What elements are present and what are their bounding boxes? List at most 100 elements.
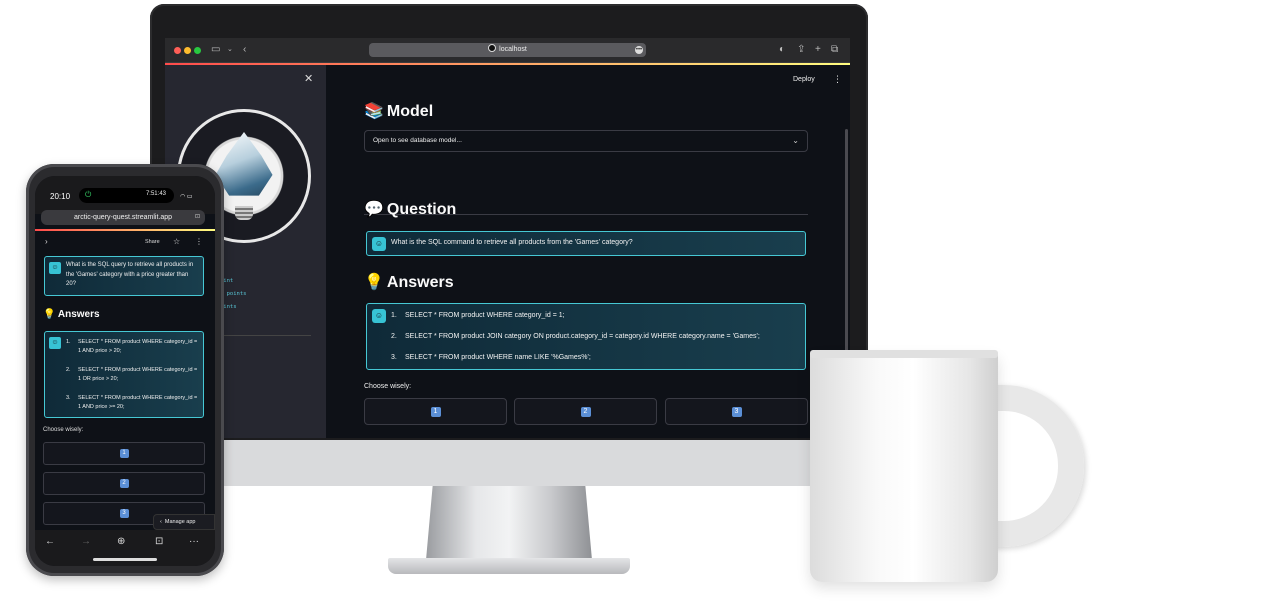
manage-app-label: Manage app: [164, 519, 196, 525]
choice-button-3[interactable]: 3: [665, 398, 808, 425]
forward-arrow-icon[interactable]: →: [81, 536, 91, 547]
extension-icon[interactable]: ◐: [779, 44, 785, 56]
sidebar-toggle-icon[interactable]: ▭: [211, 44, 220, 56]
browser-toolbar: ▭ ⌄ ‹ localhost ••• ◐ ⇪ + ⧉: [165, 38, 850, 63]
star-icon[interactable]: ☆: [173, 237, 180, 246]
more-icon[interactable]: ···: [189, 536, 199, 547]
choice-button-2[interactable]: 2: [514, 398, 657, 425]
share-icon[interactable]: ⇪: [797, 44, 805, 56]
question-card: ☺ What is the SQL command to retrieve al…: [366, 231, 806, 256]
dynamic-island: ⏻ 7:51:43: [79, 188, 174, 203]
choose-label: Choose wisely:: [364, 383, 412, 390]
wifi-battery-icon: ◠ ▭: [180, 194, 193, 200]
question-heading: 💬 Question: [364, 199, 456, 219]
bulb-base-image: [235, 206, 253, 220]
answer-item: 3. SELECT * FROM product WHERE name LIKE …: [391, 354, 591, 361]
main-menu-icon[interactable]: ⋮: [833, 74, 842, 85]
phone-status-bar: 20:10 ⏻ 7:51:43 ◠ ▭: [35, 176, 215, 214]
site-icon: [488, 44, 497, 52]
answers-title: Answers: [386, 274, 454, 291]
answers-heading: 💡 Answers: [43, 309, 100, 320]
zoom-window-button[interactable]: [194, 47, 201, 54]
question-text: What is the SQL query to retrieve all pr…: [66, 262, 194, 287]
chevron-down-icon: ⌄: [792, 136, 799, 145]
chevron-down-icon[interactable]: ⌄: [227, 44, 233, 56]
tabs-icon[interactable]: ⊡: [155, 536, 163, 547]
answer-item: 2. SELECT * FROM product WHERE category_i…: [66, 366, 198, 384]
answers-title: Answers: [57, 309, 100, 320]
answer-item: 1. SELECT * FROM product WHERE category_i…: [66, 338, 198, 356]
question-text: What is the SQL command to retrieve all …: [391, 239, 633, 246]
address-bar[interactable]: localhost •••: [369, 43, 646, 57]
mobile-browser-toolbar: ← → ⊕ ⊡ ···: [35, 530, 215, 566]
back-arrow-icon[interactable]: ←: [45, 536, 55, 547]
island-timer: 7:51:43: [145, 191, 166, 197]
reader-icon[interactable]: ⊡: [195, 210, 200, 225]
mobile-address-bar[interactable]: arctic-query-quest.streamlit.app ⊡: [41, 210, 205, 225]
new-tab-icon[interactable]: +: [815, 44, 821, 56]
answer-item: 2. SELECT * FROM product JOIN category ON…: [391, 333, 760, 340]
main-content: Deploy ⋮ 📚 Model Open to see database mod…: [326, 65, 850, 438]
lightbulb-icon: 💡: [43, 309, 56, 320]
answer-number: 3.: [391, 354, 397, 361]
share-button[interactable]: Share: [145, 239, 160, 245]
minimize-window-button[interactable]: [184, 47, 191, 54]
chevron-left-icon: ‹: [160, 519, 162, 525]
answer-number: 3.: [66, 395, 71, 401]
bot-avatar-icon: ☺: [372, 237, 386, 251]
desktop-screen: ▭ ⌄ ‹ localhost ••• ◐ ⇪ + ⧉ ✕ oint 2 poi…: [165, 38, 850, 438]
answer-text: SELECT * FROM product JOIN category ON p…: [405, 333, 760, 340]
sidebar-expand-icon[interactable]: ›: [45, 237, 48, 246]
model-title: Model: [386, 103, 434, 120]
close-window-button[interactable]: [174, 47, 181, 54]
choice-button-1[interactable]: 1: [43, 442, 205, 465]
choice-button-1[interactable]: 1: [364, 398, 507, 425]
model-heading: 📚 Model: [364, 101, 433, 121]
deploy-button[interactable]: Deploy: [793, 76, 815, 83]
header-decoration: [35, 229, 215, 231]
question-card: ☺ What is the SQL query to retrieve all …: [44, 256, 204, 296]
expander-label: Open to see database model...: [373, 137, 462, 144]
coffee-mug: [810, 352, 998, 582]
new-tab-icon[interactable]: ⊕: [117, 536, 125, 547]
answer-text: SELECT * FROM product WHERE category_id …: [78, 367, 198, 382]
keycap-1-icon: 1: [430, 406, 441, 417]
answers-card: ☺ 1. SELECT * FROM product WHERE category…: [44, 331, 204, 418]
answers-heading: 💡 Answers: [364, 272, 454, 292]
answer-text: SELECT * FROM product WHERE category_id …: [78, 339, 198, 354]
bot-avatar-icon: ☺: [49, 337, 61, 349]
power-icon: ⏻: [85, 190, 92, 199]
manage-app-button[interactable]: ‹ Manage app: [153, 514, 215, 530]
sidebar-divider: [220, 335, 311, 336]
books-icon: 📚: [364, 103, 384, 120]
choice-button-2[interactable]: 2: [43, 472, 205, 495]
answer-item: 3. SELECT * FROM product WHERE category_i…: [66, 394, 198, 412]
phone-screen: 20:10 ⏻ 7:51:43 ◠ ▭ arctic-query-quest.s…: [35, 176, 215, 566]
main-menu-icon[interactable]: ⋮: [195, 237, 203, 246]
answer-text: SELECT * FROM product WHERE category_id …: [405, 312, 565, 319]
more-icon[interactable]: •••: [635, 46, 643, 54]
keycap-3-icon: 3: [119, 509, 129, 518]
choose-label: Choose wisely:: [43, 427, 84, 433]
mug-rim: [810, 350, 998, 358]
bot-avatar-icon: ☺: [372, 309, 386, 323]
database-model-expander[interactable]: Open to see database model... ⌄: [364, 130, 808, 152]
monitor-stand: [426, 486, 592, 560]
keycap-1-icon: 1: [119, 449, 129, 458]
home-indicator: [93, 558, 157, 561]
answer-number: 1.: [391, 312, 397, 319]
status-time: 20:10: [50, 192, 71, 201]
back-icon[interactable]: ‹: [243, 44, 246, 56]
mobile-url-text: arctic-query-quest.streamlit.app: [73, 214, 173, 221]
answer-text: SELECT * FROM product WHERE name LIKE '%…: [405, 354, 591, 361]
keycap-2-icon: 2: [119, 479, 129, 488]
answer-number: 1.: [66, 339, 71, 345]
speech-bubble-icon: 💬: [364, 201, 384, 218]
answer-text: SELECT * FROM product WHERE category_id …: [78, 395, 198, 410]
keycap-3-icon: 3: [731, 406, 742, 417]
question-title: Question: [386, 201, 457, 218]
answer-item: 1. SELECT * FROM product WHERE category_i…: [391, 312, 565, 319]
tab-overview-icon[interactable]: ⧉: [831, 44, 838, 56]
close-icon[interactable]: ✕: [304, 72, 313, 85]
monitor-chin: [150, 440, 868, 486]
